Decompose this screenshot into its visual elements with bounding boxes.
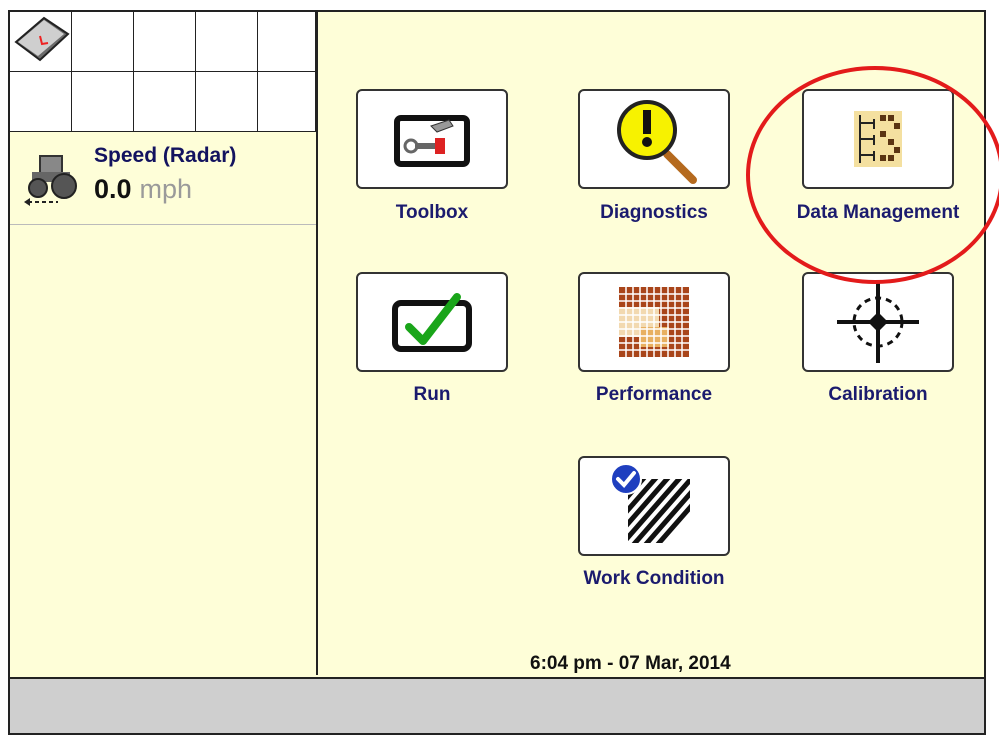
toolbox-button[interactable]	[356, 89, 508, 189]
run-button[interactable]	[356, 272, 508, 372]
shortcut-slot[interactable]	[258, 72, 316, 132]
crosshair-icon	[837, 281, 919, 363]
shortcut-slot[interactable]	[72, 72, 134, 132]
calibration-button[interactable]	[802, 272, 954, 372]
data-management-button[interactable]	[802, 89, 954, 189]
speed-value: 0.0 mph	[94, 174, 192, 205]
shortcut-slot-book[interactable]	[10, 12, 72, 72]
shortcut-slot[interactable]	[134, 72, 196, 132]
speed-number: 0.0	[94, 174, 132, 204]
work-condition-label: Work Condition	[583, 568, 725, 589]
diagnostics-label: Diagnostics	[600, 202, 708, 223]
shortcut-slot[interactable]	[196, 72, 258, 132]
grid-map-icon	[619, 287, 689, 357]
datetime-display: 6:04 pm - 07 Mar, 2014	[530, 653, 731, 674]
data-management-label: Data Management	[796, 202, 960, 223]
speed-readout: Speed (Radar) 0.0 mph	[10, 134, 316, 225]
calibration-label: Calibration	[828, 384, 928, 405]
checkmark-icon	[392, 293, 472, 352]
status-bar	[10, 677, 984, 733]
shortcut-slot[interactable]	[258, 12, 316, 72]
toolbox-icon	[394, 115, 470, 167]
run-label: Run	[413, 384, 451, 405]
shortcut-slot[interactable]	[10, 72, 72, 132]
shortcut-grid	[10, 12, 318, 132]
book-icon	[14, 16, 70, 62]
performance-button[interactable]	[578, 272, 730, 372]
speed-label: Speed (Radar)	[94, 144, 237, 167]
performance-label: Performance	[595, 384, 713, 405]
shortcut-slot[interactable]	[134, 12, 196, 72]
diagnostics-button[interactable]	[578, 89, 730, 189]
speed-unit: mph	[139, 174, 193, 204]
display-frame: Speed (Radar) 0.0 mph Toolbox Diagnostics	[8, 10, 986, 735]
data-tree-icon	[854, 111, 902, 167]
shortcut-slot[interactable]	[196, 12, 258, 72]
left-pane: Speed (Radar) 0.0 mph	[10, 12, 318, 675]
magnifier-warning-icon	[617, 100, 697, 184]
tractor-icon	[24, 155, 77, 206]
shortcut-slot[interactable]	[72, 12, 134, 72]
work-condition-button[interactable]	[578, 456, 730, 556]
toolbox-label: Toolbox	[395, 202, 469, 223]
hatched-check-icon	[610, 463, 690, 543]
